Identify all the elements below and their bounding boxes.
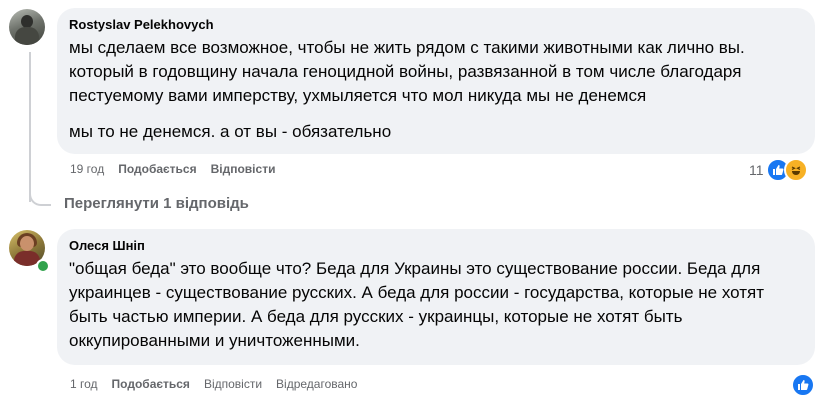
comment-text: мы сделаем все возможное, чтобы не жить …: [69, 38, 745, 105]
online-status-dot: [36, 259, 50, 273]
comment-text: мы то не денемся. а от вы - обязательно: [69, 122, 392, 141]
view-replies-link[interactable]: Переглянути 1 відповідь: [64, 195, 249, 212]
reaction-count: 11: [749, 162, 764, 178]
thread-line: [29, 52, 31, 202]
comment-timestamp[interactable]: 19 год: [70, 162, 104, 176]
like-button[interactable]: Подобається: [118, 162, 196, 176]
comment-timestamp[interactable]: 1 год: [70, 377, 98, 391]
avatar[interactable]: [9, 9, 45, 45]
like-icon: [791, 373, 815, 397]
reactions-summary[interactable]: 11: [749, 158, 808, 182]
thread-connector: [29, 184, 51, 206]
comment-bubble: Rostyslav Pelekhovych мы сделаем все воз…: [57, 8, 815, 154]
comment-actions: 19 год Подобається Відповісти: [70, 162, 289, 176]
comment-text: "общая беда" это вообще что? Беда для Ук…: [69, 259, 764, 350]
comment-bubble: Олеся Шніп "общая беда" это вообще что? …: [57, 229, 815, 365]
edited-label: Відредаговано: [276, 377, 358, 391]
avatar-body-shape: [15, 27, 39, 45]
reactions-summary[interactable]: [791, 373, 815, 397]
reply-button[interactable]: Відповісти: [204, 377, 262, 391]
reply-button[interactable]: Відповісти: [211, 162, 276, 176]
like-button[interactable]: Подобається: [112, 377, 190, 391]
comment-author[interactable]: Олеся Шніп: [69, 237, 803, 255]
comment-actions: 1 год Подобається Відповісти Відредагова…: [70, 377, 371, 391]
comment-author[interactable]: Rostyslav Pelekhovych: [69, 16, 803, 34]
haha-icon: [783, 158, 808, 182]
avatar-head-shape: [20, 236, 34, 251]
